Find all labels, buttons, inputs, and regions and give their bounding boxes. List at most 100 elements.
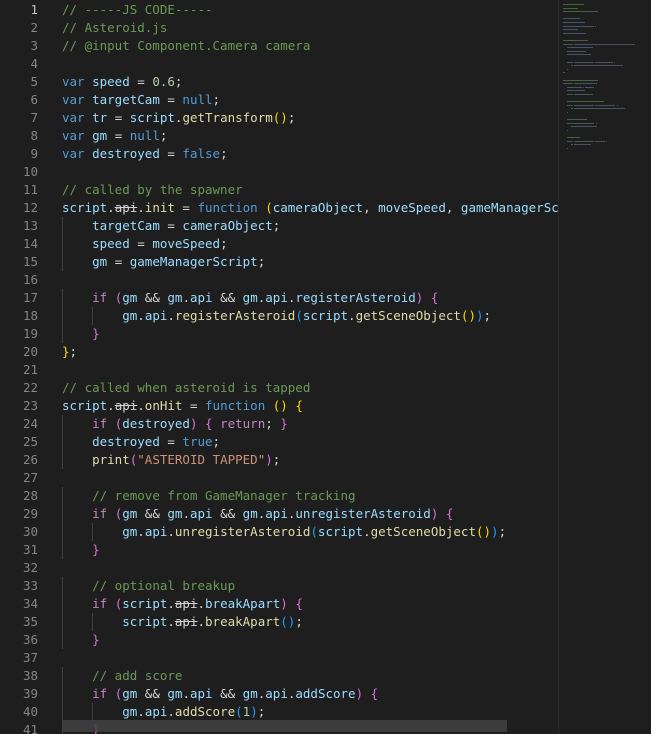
line-number: 30 <box>22 524 38 539</box>
code-token: ; <box>257 254 266 269</box>
code-token: script <box>122 614 168 629</box>
code-line[interactable]: targetCam = cameraObject; <box>62 217 280 235</box>
code-line[interactable]: speed = moveSpeed; <box>62 235 227 253</box>
code-token: ; <box>483 308 492 323</box>
code-line[interactable]: // add score <box>62 667 182 685</box>
code-token: && <box>137 290 168 305</box>
code-token: gm <box>242 686 258 701</box>
code-line[interactable]: gm.api.unregisterAsteroid(script.getScen… <box>62 523 506 541</box>
minimap-line <box>567 137 580 139</box>
code-area[interactable]: // -----JS CODE----- // Asteroid.js // @in… <box>62 0 559 734</box>
code-line[interactable]: if (script.api.breakApart) { <box>62 595 303 613</box>
code-token: ; <box>272 452 281 467</box>
code-token: // add score <box>92 668 183 683</box>
code-line[interactable]: // -----JS CODE----- <box>62 1 213 19</box>
minimap-line <box>567 148 569 149</box>
code-line[interactable]: }; <box>62 343 77 361</box>
code-token: if <box>92 290 115 305</box>
minimap-line <box>592 83 597 85</box>
code-token: if <box>92 416 115 431</box>
code-line[interactable]: gm = gameManagerScript; <box>62 253 265 271</box>
minimap-line <box>575 50 586 52</box>
minimap-line <box>572 54 591 56</box>
code-line[interactable]: script.api.onHit = function () { <box>62 397 303 415</box>
code-token: . <box>182 290 190 305</box>
code-line[interactable]: gm.api.registerAsteroid(script.getSceneO… <box>62 307 491 325</box>
minimap-line <box>603 65 619 67</box>
code-token: speed <box>92 74 130 89</box>
line-number: 31 <box>22 542 38 557</box>
code-token: return <box>220 416 266 431</box>
code-line[interactable]: // Asteroid.js <box>62 19 167 37</box>
minimap-line <box>582 126 594 128</box>
minimap-line <box>592 94 594 95</box>
code-line[interactable]: var speed = 0.6; <box>62 73 182 91</box>
code-line[interactable]: destroyed = true; <box>62 433 220 451</box>
minimap-line <box>595 126 597 128</box>
minimap-line <box>580 86 582 88</box>
line-number: 6 <box>30 92 38 107</box>
code-token: api <box>114 200 138 215</box>
code-token: api <box>144 524 168 539</box>
code-token: ; <box>212 434 221 449</box>
code-line[interactable]: } <box>62 325 100 343</box>
code-line[interactable]: script.api.breakApart(); <box>62 613 303 631</box>
code-line[interactable]: if (gm && gm.api && gm.api.addScore) { <box>62 685 378 703</box>
code-token: breakApart <box>205 596 281 611</box>
code-line[interactable]: // remove from GameManager tracking <box>62 487 355 505</box>
code-token: gm <box>92 128 108 143</box>
minimap[interactable] <box>558 0 651 734</box>
indent-guide <box>62 415 63 433</box>
line-number: 17 <box>22 290 38 305</box>
code-token: ; <box>220 146 228 161</box>
code-line[interactable]: // called when asteroid is tapped <box>62 379 310 397</box>
line-number: 32 <box>22 560 38 575</box>
code-token: script <box>129 110 175 125</box>
code-token: . <box>363 524 371 539</box>
code-token: if <box>92 596 115 611</box>
code-editor[interactable]: 1 2 3 4 5 6 7 8 9 10 11 12 13 14 15 16 17 18 19 20 21 22 23 24 2… <box>0 0 651 734</box>
minimap-line <box>594 25 596 27</box>
indent-guide <box>62 685 63 703</box>
code-token: function <box>197 200 266 215</box>
code-line[interactable]: } <box>62 541 100 559</box>
code-line[interactable]: if (gm && gm.api && gm.api.unregisterAst… <box>62 505 453 523</box>
code-line[interactable]: script.api.init = function (cameraObject… <box>62 199 559 217</box>
code-line[interactable]: // optional breakup <box>62 577 235 595</box>
indent-guide <box>62 289 63 307</box>
horizontal-scrollbar[interactable] <box>62 720 507 732</box>
code-token: ; <box>287 110 296 125</box>
code-token: api <box>265 290 288 305</box>
minimap-line <box>584 90 586 92</box>
code-line[interactable]: var targetCam = null; <box>62 91 220 109</box>
code-line[interactable]: if (destroyed) { return; } <box>62 415 288 433</box>
code-token: addScore <box>174 704 236 719</box>
line-number: 14 <box>22 236 38 251</box>
code-line[interactable]: print("ASTEROID TAPPED"); <box>62 451 280 469</box>
minimap-line <box>567 68 569 70</box>
minimap-line <box>582 83 593 85</box>
indent-guide <box>92 307 93 325</box>
code-line[interactable]: } <box>62 631 100 649</box>
code-token: tr <box>92 110 108 125</box>
code-line[interactable]: var tr = script.getTransform(); <box>62 109 295 127</box>
code-token: api <box>265 686 288 701</box>
indent-guide <box>92 613 93 631</box>
code-token: . <box>167 524 175 539</box>
code-token: targetCam <box>92 92 160 107</box>
code-token: { <box>430 290 439 305</box>
line-number: 36 <box>22 632 38 647</box>
code-line[interactable]: var gm = null; <box>62 127 167 145</box>
code-line[interactable]: var destroyed = false; <box>62 145 228 163</box>
code-token: moveSpeed <box>378 200 446 215</box>
code-line[interactable]: if (gm && gm.api && gm.api.registerAster… <box>62 289 438 307</box>
code-line[interactable]: // @input Component.Camera camera <box>62 37 310 55</box>
minimap-line <box>567 22 577 23</box>
code-token: ; <box>295 614 303 629</box>
code-token: if <box>92 686 115 701</box>
code-line[interactable]: // called by the spawner <box>62 181 243 199</box>
